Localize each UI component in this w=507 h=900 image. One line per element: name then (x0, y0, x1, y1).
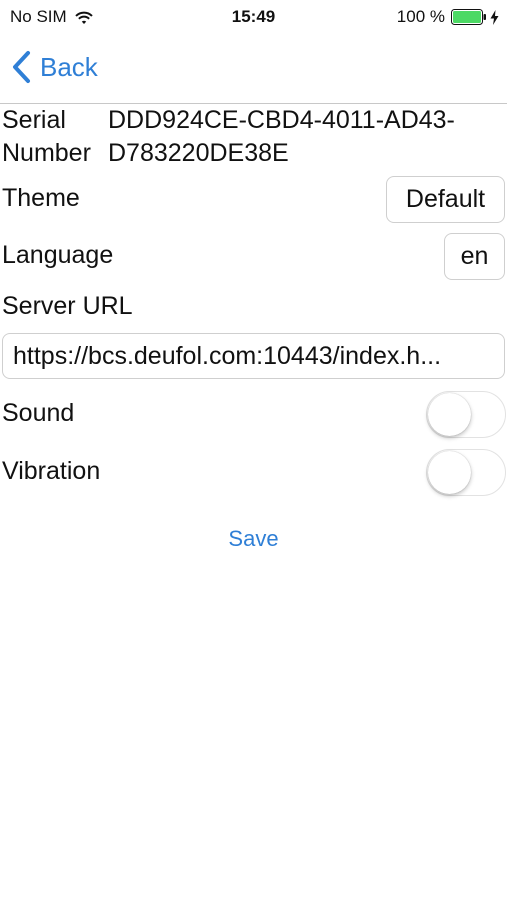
status-right: 100 % (397, 7, 499, 27)
language-selector[interactable]: en (444, 233, 505, 280)
serial-number-label: Serial Number (2, 104, 91, 170)
serial-label-line2: Number (2, 139, 91, 167)
chevron-left-icon (10, 50, 32, 84)
theme-label: Theme (2, 184, 80, 212)
server-url-input[interactable]: https://bcs.deufol.com:10443/index.h... (2, 333, 505, 379)
serial-label-line1: Serial (2, 106, 66, 134)
status-bar: No SIM 15:49 100 % (0, 0, 507, 34)
sound-toggle[interactable] (426, 391, 506, 438)
battery-percentage: 100 % (396, 7, 445, 26)
server-url-label: Server URL (2, 292, 133, 320)
vibration-toggle-knob (428, 451, 471, 494)
serial-number-value: DDD924CE-CBD4-4011-AD43- D783220DE38E (108, 104, 503, 170)
navigation-bar: Back (0, 40, 507, 96)
sound-toggle-knob (428, 393, 471, 436)
serial-value-line1: DDD924CE-CBD4-4011-AD43- (108, 106, 455, 134)
language-label: Language (2, 241, 114, 269)
save-button[interactable]: Save (0, 526, 507, 552)
vibration-toggle[interactable] (426, 449, 506, 496)
theme-selector[interactable]: Default (386, 176, 505, 223)
serial-value-line2: D783220DE38E (108, 139, 289, 167)
sound-label: Sound (2, 399, 75, 427)
back-label: Back (40, 51, 98, 82)
charging-bolt-icon (490, 9, 499, 25)
back-button[interactable]: Back (10, 50, 98, 84)
battery-icon (451, 9, 487, 25)
vibration-label: Vibration (2, 457, 101, 485)
